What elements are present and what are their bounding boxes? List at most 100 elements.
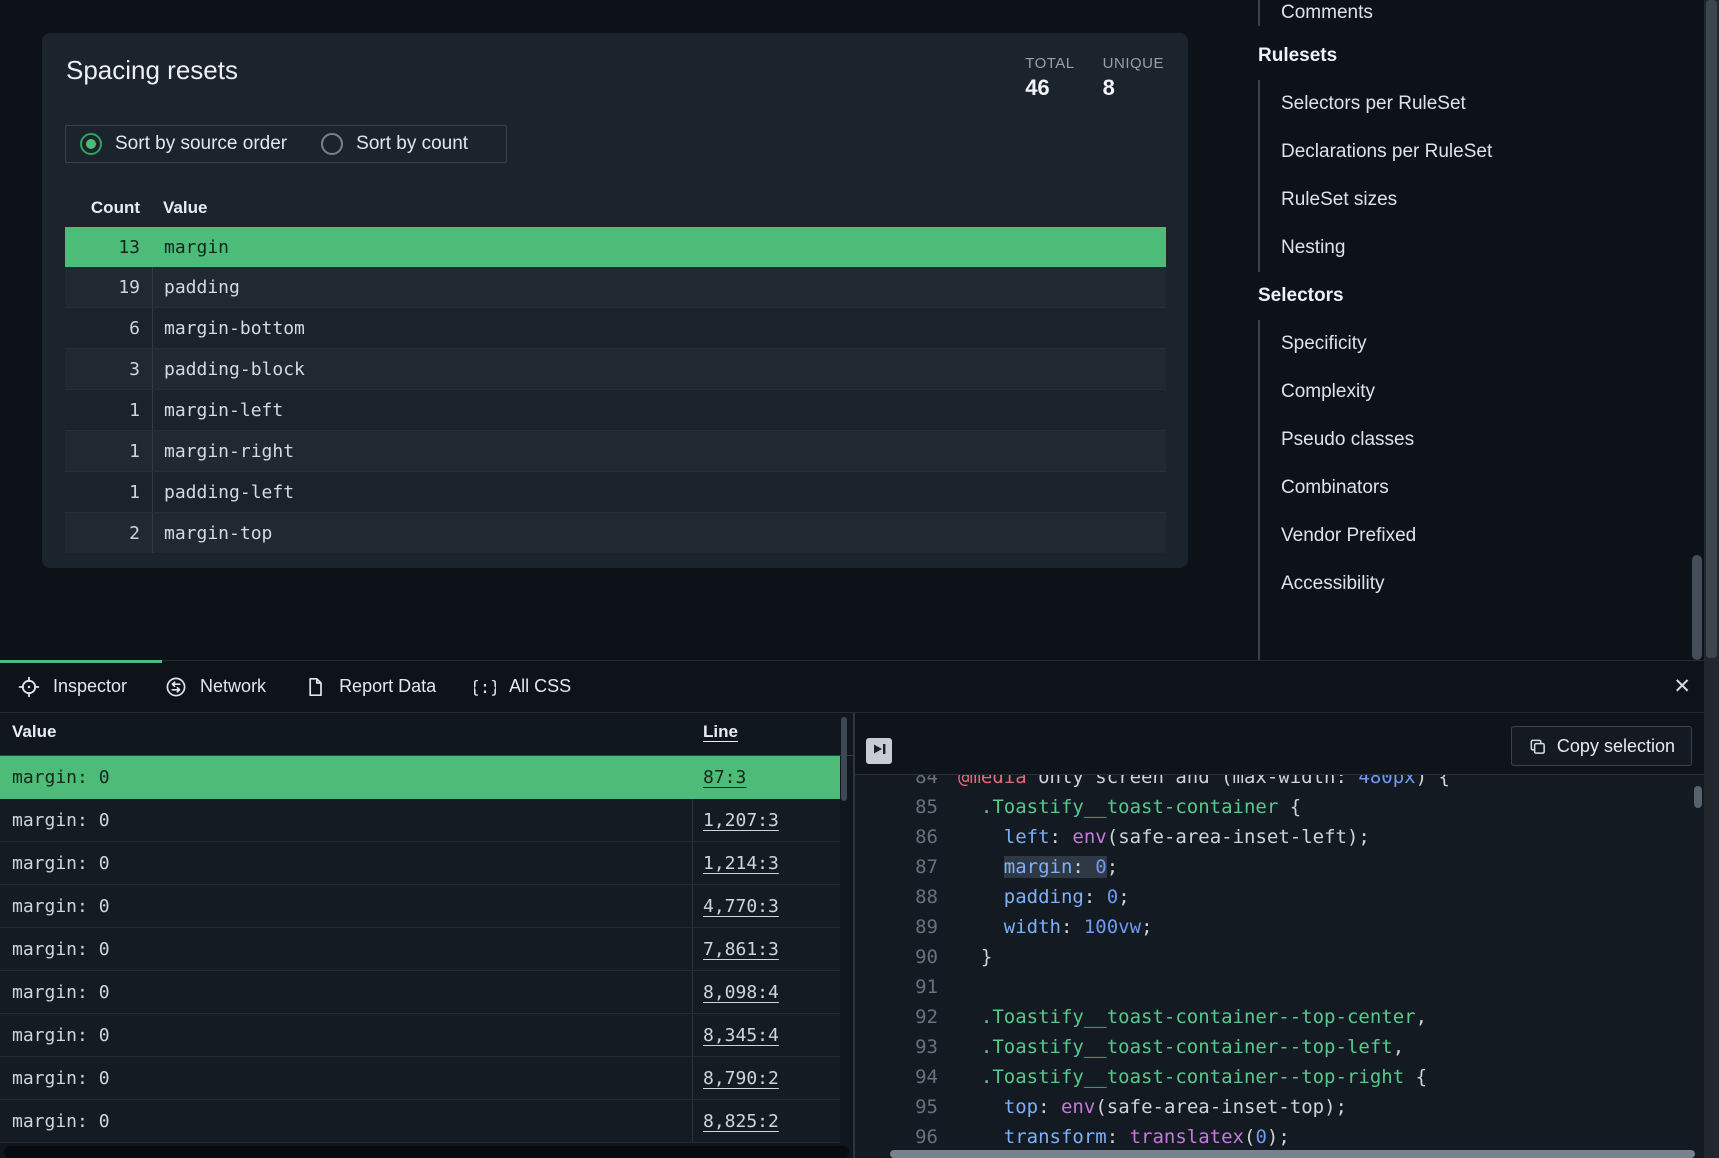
sidebar-item-comments[interactable]: Comments <box>1281 0 1698 26</box>
declaration-row[interactable]: margin: 08,345:4 <box>0 1014 840 1057</box>
declaration-value-cell: margin: 0 <box>0 1057 692 1099</box>
code-token: 0 <box>1095 856 1106 878</box>
declaration-row[interactable]: margin: 0 1,207:3 <box>0 799 840 842</box>
code-token <box>958 1006 981 1028</box>
line-cell: 8,825:2 <box>692 1100 840 1142</box>
table-row[interactable]: 1margin-right <box>65 430 1166 471</box>
sidebar-item-combinators[interactable]: Combinators <box>1281 464 1698 512</box>
sidebar-group-items: Selectors per RuleSetDeclarations per Ru… <box>1258 80 1698 272</box>
sidebar-item-vendor-prefixed[interactable]: Vendor Prefixed <box>1281 512 1698 560</box>
code-lines: 84@media only screen and (max-width: 480… <box>855 775 1704 1150</box>
declaration-row[interactable]: margin: 04,770:3 <box>0 885 840 928</box>
copy-selection-label: Copy selection <box>1557 736 1675 757</box>
page-scrollbar-thumb[interactable] <box>1706 0 1717 658</box>
code-text: margin: 0; <box>938 856 1118 878</box>
sidebar-item-specificity[interactable]: Specificity <box>1281 320 1698 368</box>
sidebar-section-header: Rulesets <box>1258 32 1698 80</box>
code-token: : <box>1084 886 1107 908</box>
code-token: @media <box>958 775 1027 788</box>
table-row[interactable]: 6margin-bottom <box>65 307 1166 348</box>
declaration-value-cell: margin: 0 <box>0 756 692 799</box>
line-link[interactable]: 4,770:3 <box>703 896 779 917</box>
tab-label: All CSS <box>509 676 571 697</box>
code-text: .Toastify__toast-container--top-left, <box>938 1036 1404 1058</box>
code-line: 94 .Toastify__toast-container--top-right… <box>855 1062 1704 1092</box>
crosshair-icon <box>18 676 40 698</box>
code-token: , <box>1393 1036 1404 1058</box>
expand-panel-button[interactable] <box>866 738 892 764</box>
declaration-row[interactable]: margin: 0 87:3 <box>0 756 840 799</box>
line-link[interactable]: 8,825:2 <box>703 1111 779 1132</box>
sort-option[interactable]: Sort by count <box>321 133 468 155</box>
tab-inspector[interactable]: Inspector <box>18 676 127 698</box>
code-token: , <box>1416 1006 1427 1028</box>
code-viewer: 84@media only screen and (max-width: 480… <box>855 775 1704 1150</box>
table-row[interactable]: 13margin <box>65 227 1166 267</box>
code-text: width: 100vw; <box>938 916 1153 938</box>
line-link[interactable]: 7,861:3 <box>703 939 779 960</box>
sidebar-item-accessibility[interactable]: Accessibility <box>1281 560 1698 608</box>
tab-network[interactable]: Network <box>165 676 266 698</box>
line-number: 93 <box>855 1036 938 1058</box>
declaration-row[interactable]: margin: 01,214:3 <box>0 842 840 885</box>
table-row[interactable]: 2margin-top <box>65 512 1166 553</box>
declaration-row[interactable]: margin: 0 8,790:2 <box>0 1057 840 1100</box>
declaration-row[interactable]: margin: 0 8,098:4 <box>0 971 840 1014</box>
code-horizontal-scrollbar-thumb[interactable] <box>890 1150 1695 1158</box>
sidebar-item-declarations-per-ruleset[interactable]: Declarations per RuleSet <box>1281 128 1698 176</box>
value-cell: padding <box>153 277 240 298</box>
value-cell: margin-right <box>153 441 294 462</box>
table-row[interactable]: 19padding <box>65 267 1166 307</box>
code-viewer-pane: Copy selection 84 @media only screen and … <box>855 713 1704 1158</box>
table-row[interactable]: 1margin-left <box>65 389 1166 430</box>
sidebar-item-ruleset-sizes[interactable]: RuleSet sizes <box>1281 176 1698 224</box>
code-token: only screen and (max-width: <box>1027 775 1359 788</box>
value-cell: margin-left <box>153 400 283 421</box>
code-token: ( <box>1244 1126 1255 1148</box>
value-cell: margin-bottom <box>153 318 305 339</box>
line-column-header[interactable]: Line <box>703 722 738 742</box>
code-vertical-scrollbar-thumb[interactable] <box>1694 786 1702 808</box>
page-scrollbar[interactable] <box>1704 0 1719 1158</box>
count-cell: 3 <box>65 349 153 389</box>
tab-all-css[interactable]: {:}All CSS <box>474 676 571 698</box>
radio-selected-icon[interactable] <box>80 133 102 155</box>
sidebar-item-complexity[interactable]: Complexity <box>1281 368 1698 416</box>
radio-unselected-icon[interactable] <box>321 133 343 155</box>
code-text: left: env(safe-area-inset-left); <box>938 826 1370 848</box>
line-link[interactable]: 1,214:3 <box>703 853 779 874</box>
copy-selection-button[interactable]: Copy selection <box>1511 726 1692 766</box>
table-row[interactable]: 3padding-block <box>65 348 1166 389</box>
sidebar-item-pseudo-classes[interactable]: Pseudo classes <box>1281 416 1698 464</box>
declaration-row[interactable]: margin: 07,861:3 <box>0 928 840 971</box>
code-token: : <box>1050 826 1073 848</box>
line-link[interactable]: 87:3 <box>703 767 746 788</box>
declaration-row[interactable]: margin: 08,825:2 <box>0 1100 840 1143</box>
left-pane-horizontal-scrollbar-thumb[interactable] <box>4 1146 849 1158</box>
sidebar-item-selectors-per-ruleset[interactable]: Selectors per RuleSet <box>1281 80 1698 128</box>
tab-report-data[interactable]: Report Data <box>304 676 436 698</box>
declaration-value-cell: margin: 0 <box>0 799 692 841</box>
card-title: Spacing resets <box>66 55 238 86</box>
line-link[interactable]: 1,207:3 <box>703 810 779 831</box>
code-token: translatex <box>1130 1126 1244 1148</box>
sidebar-section-header: Selectors <box>1258 272 1698 320</box>
line-link[interactable]: 8,098:4 <box>703 982 779 1003</box>
code-token <box>958 856 1004 878</box>
code-text: .Toastify__toast-container--top-center, <box>938 1006 1427 1028</box>
code-token: { <box>1278 796 1301 818</box>
declaration-value-cell: margin: 0 <box>0 971 692 1013</box>
css-analyzer-app: Spacing resets TOTAL46UNIQUE8 Sort by so… <box>0 0 1719 1158</box>
sidebar-scrollbar-thumb[interactable] <box>1692 555 1702 660</box>
line-number: 94 <box>855 1066 938 1088</box>
line-link[interactable]: 8,790:2 <box>703 1068 779 1089</box>
close-panel-button[interactable]: ✕ <box>1673 673 1691 701</box>
sidebar-item-nesting[interactable]: Nesting <box>1281 224 1698 272</box>
top-section: Spacing resets TOTAL46UNIQUE8 Sort by so… <box>0 0 1719 660</box>
table-row[interactable]: 1padding-left <box>65 471 1166 512</box>
sort-option[interactable]: Sort by source order <box>80 133 287 155</box>
stat-block: TOTAL46 <box>1025 55 1074 101</box>
left-pane-vertical-scrollbar-thumb[interactable] <box>841 717 847 801</box>
line-number: 84 <box>855 775 938 788</box>
line-link[interactable]: 8,345:4 <box>703 1025 779 1046</box>
